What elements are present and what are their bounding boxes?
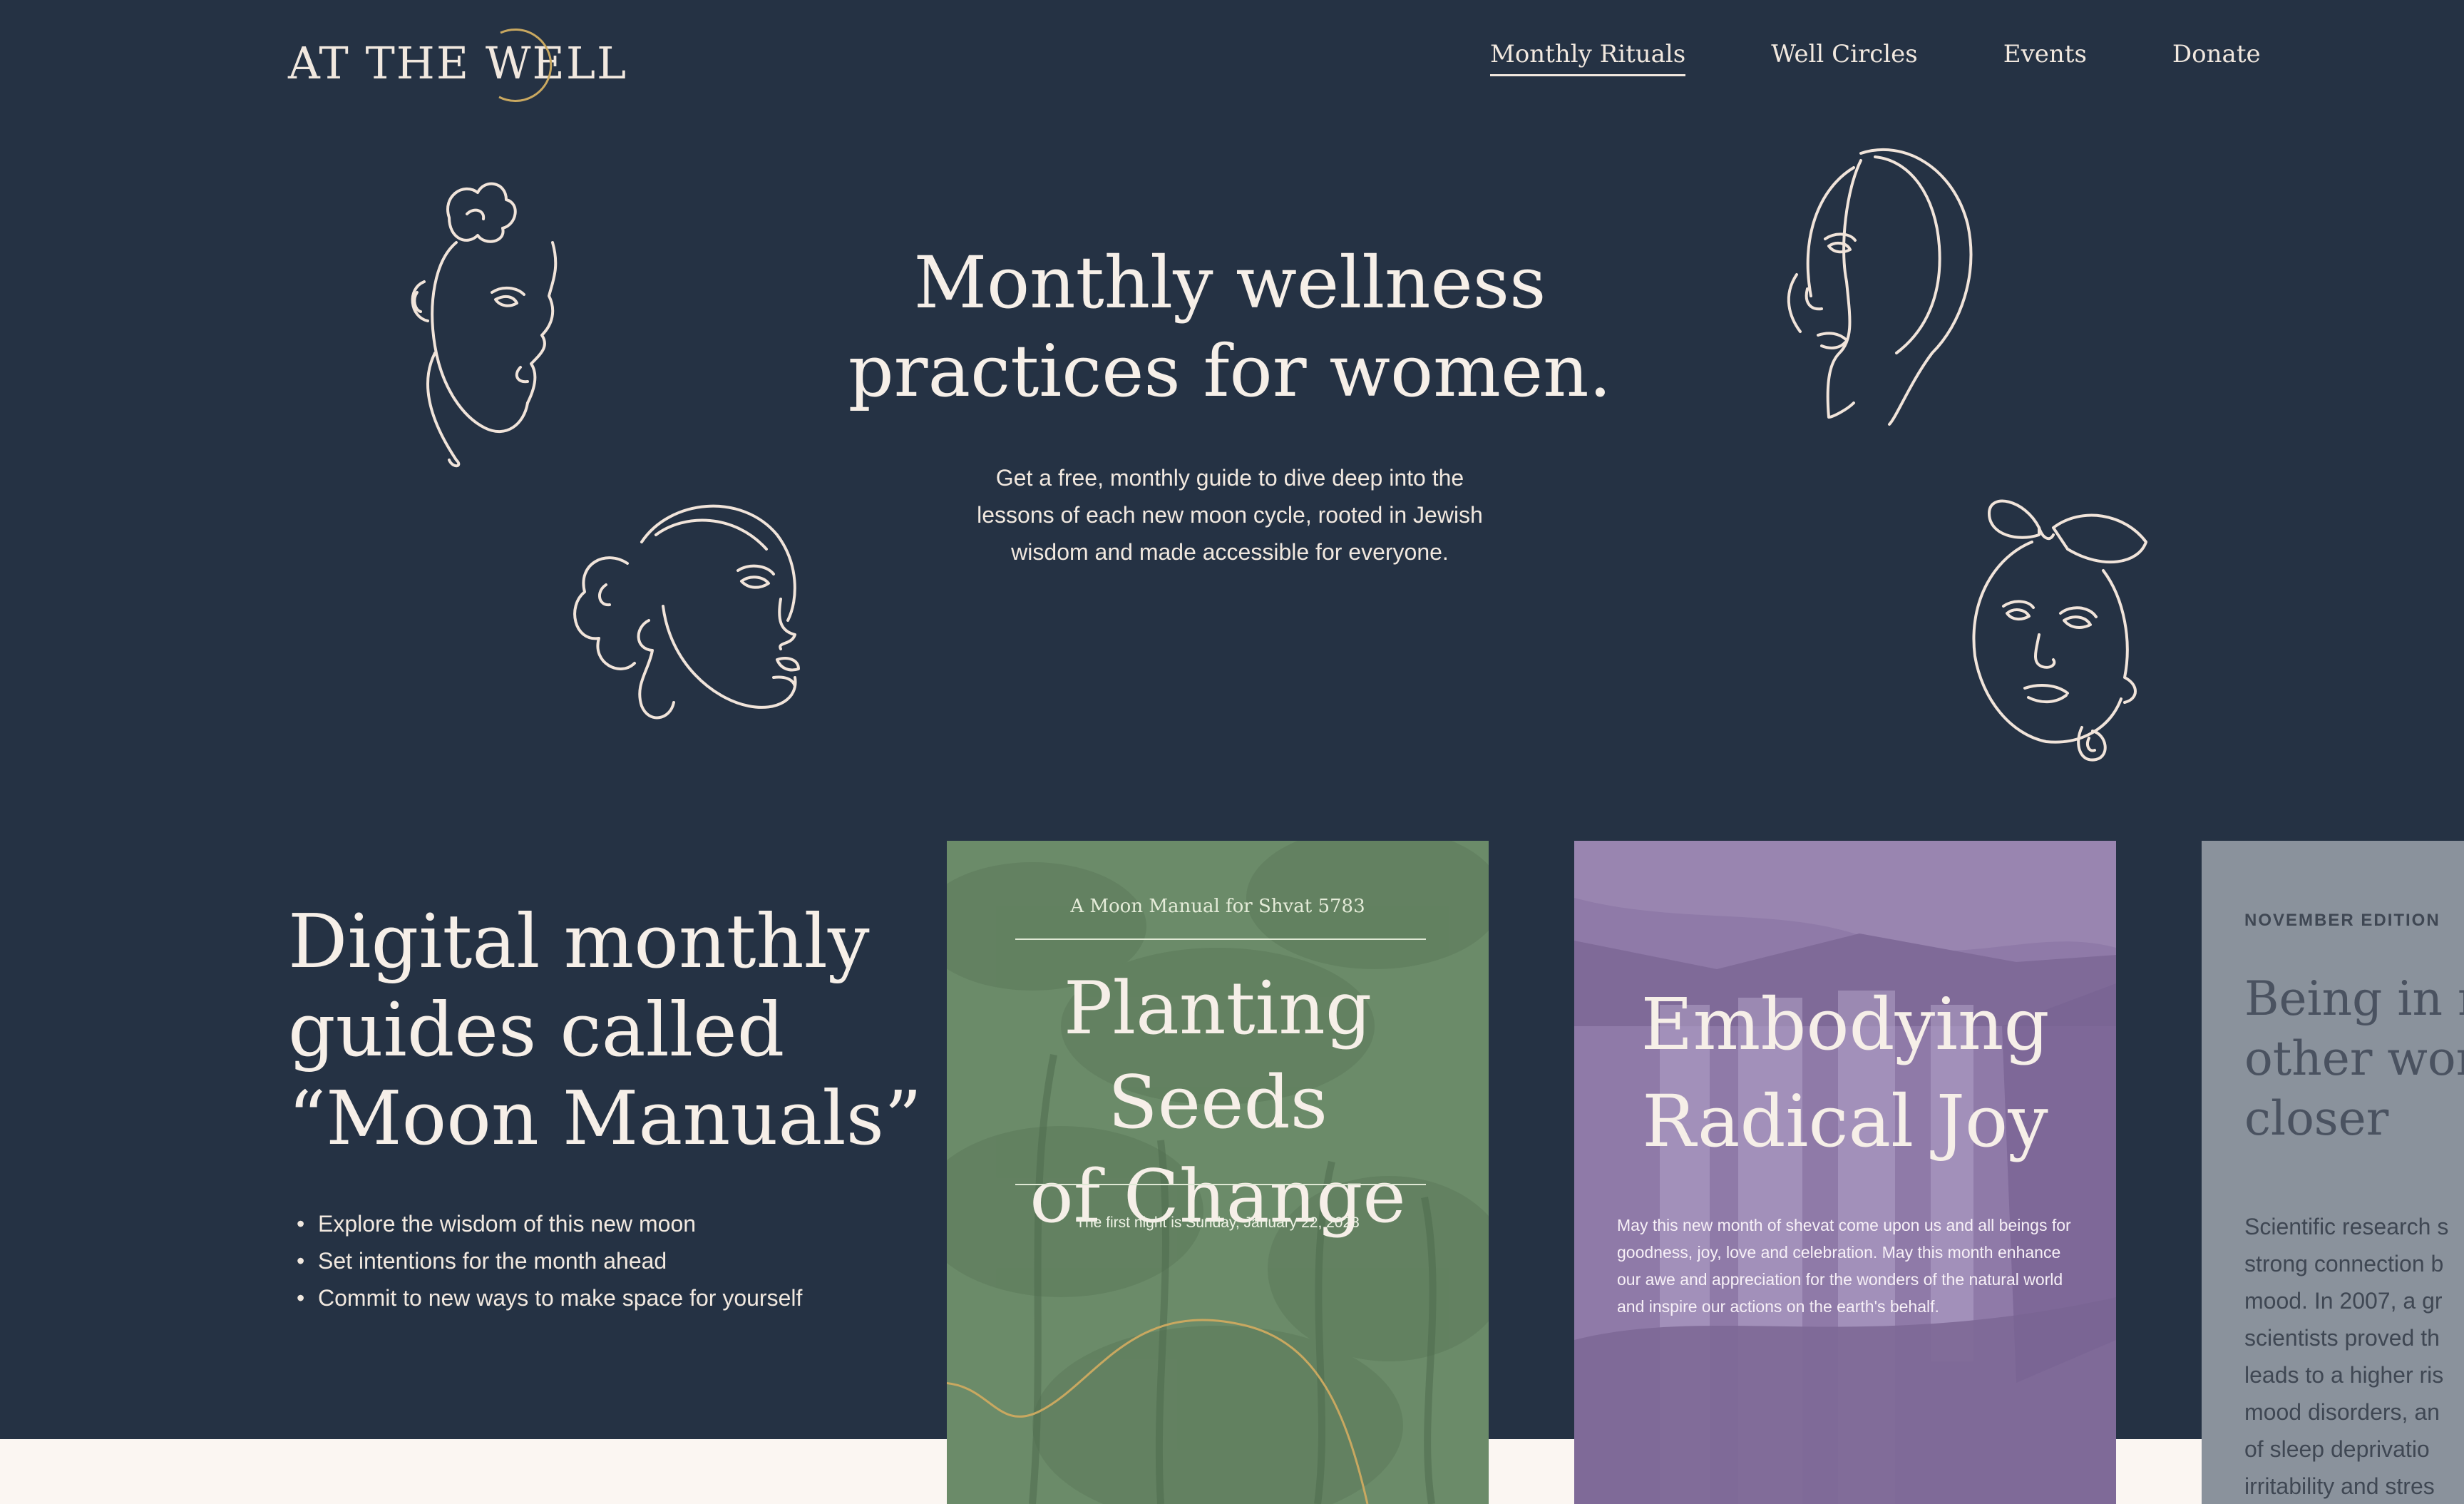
card-date: The first night is Sunday, January 22, 2…	[1076, 1214, 1360, 1231]
divider	[1015, 1184, 1426, 1185]
hero-subtitle: Get a free, monthly guide to dive deep i…	[948, 459, 1511, 571]
card-title: Planting Seeds of Change	[947, 962, 1489, 1244]
bullet-item: Set intentions for the month ahead	[288, 1242, 802, 1279]
card-title-line1: Embodying	[1641, 983, 2050, 1066]
hero-subtitle-line1: Get a free, monthly guide to dive deep i…	[995, 465, 1464, 491]
manuals-title-line2: guides called	[288, 986, 785, 1073]
card-title-line2: Radical Joy	[1642, 1080, 2048, 1163]
face-illustration-bow	[1954, 485, 2160, 770]
waterfall-image	[1574, 841, 2116, 1504]
card-edition-label: NOVEMBER EDITION	[2244, 911, 2440, 930]
hero-title-line2: practices for women.	[848, 329, 1612, 413]
card-kicker: A Moon Manual for Shvat 5783	[1070, 896, 1365, 917]
hero-title-line1: Monthly wellness	[913, 241, 1546, 324]
nav-monthly-rituals[interactable]: Monthly Rituals	[1490, 40, 1686, 76]
card-body-text: Scientific research s strong connection …	[2244, 1214, 2449, 1499]
face-illustration-curls	[563, 485, 813, 727]
divider	[1015, 938, 1426, 940]
card-title: Embodying Radical Joy	[1574, 976, 2116, 1170]
moon-manual-card-planting-seeds[interactable]: A Moon Manual for Shvat 5783 Planting Se…	[947, 841, 1489, 1504]
moon-manual-card-november[interactable]: NOVEMBER EDITION Being in na other wome …	[2202, 841, 2464, 1504]
hero-subtitle-line2: lessons of each new moon cycle, rooted i…	[977, 502, 1483, 528]
nav-donate[interactable]: Donate	[2172, 40, 2261, 76]
moon-manual-card-radical-joy[interactable]: Embodying Radical Joy May this new month…	[1574, 841, 2116, 1504]
nav-events[interactable]: Events	[2003, 40, 2087, 76]
bullet-item: Commit to new ways to make space for you…	[288, 1279, 802, 1316]
main-nav: Monthly Rituals Well Circles Events Dona…	[1490, 40, 2261, 76]
nav-well-circles[interactable]: Well Circles	[1771, 40, 1917, 76]
bullet-item: Explore the wisdom of this new moon	[288, 1205, 802, 1242]
hero-subtitle-line3: wisdom and made accessible for everyone.	[1011, 539, 1449, 565]
card-title-line1: Planting Seeds	[1063, 966, 1372, 1145]
hero-title: Monthly wellness practices for women.	[784, 239, 1675, 416]
face-illustration-flower	[399, 175, 570, 474]
manuals-title-line3: “Moon Manuals”	[288, 1075, 923, 1162]
manuals-bullet-list: Explore the wisdom of this new moon Set …	[288, 1205, 802, 1316]
manuals-title-line1: Digital monthly	[288, 898, 870, 985]
site-logo[interactable]: AT THE WELL	[288, 24, 626, 103]
face-illustration-bob	[1768, 139, 1982, 439]
card-body-text: May this new month of shevat come upon u…	[1617, 1216, 2071, 1316]
logo-moon-icon	[498, 29, 553, 102]
card-title: Being in na other wome closer	[2244, 971, 2464, 1146]
manuals-title: Digital monthly guides called “Moon Manu…	[288, 897, 930, 1162]
